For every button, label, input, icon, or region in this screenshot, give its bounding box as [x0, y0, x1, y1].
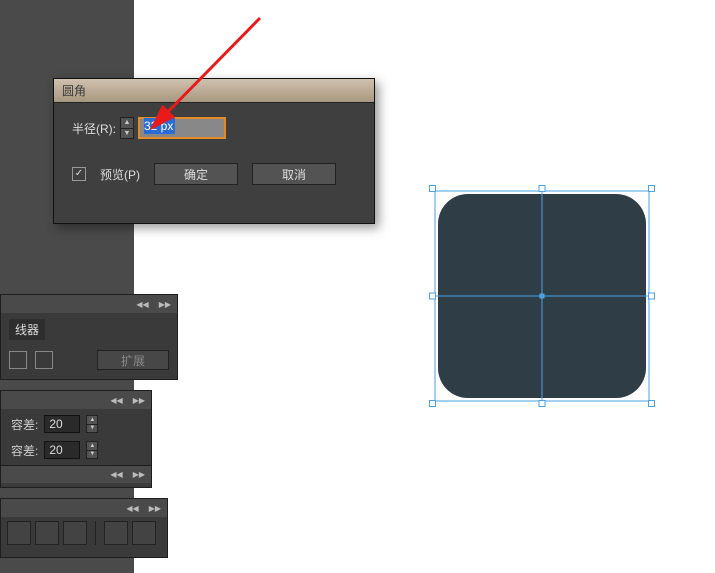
panel-collapse-right-icon[interactable]: ▶▶	[149, 504, 161, 513]
selection-handle-bottom-right[interactable]	[648, 400, 655, 407]
panel-collapse-left-icon[interactable]: ◀◀	[110, 396, 122, 405]
panel-collapse-left-icon[interactable]: ◀◀	[126, 504, 138, 513]
tolerance-input[interactable]: 20	[44, 441, 80, 459]
stepper-up-icon[interactable]: ▲	[121, 118, 133, 129]
cancel-button[interactable]: 取消	[252, 163, 336, 185]
tolerance-input[interactable]: 20	[44, 415, 80, 433]
align-tool-icon[interactable]	[63, 521, 87, 545]
radius-stepper[interactable]: ▲ ▼	[120, 117, 134, 139]
tolerance-label: 容差:	[11, 416, 38, 433]
preview-label: 预览(P)	[100, 166, 140, 183]
pathfinder-unite-icon[interactable]	[9, 351, 27, 369]
dialog-title[interactable]: 圆角	[54, 79, 374, 103]
tolerance-stepper[interactable]: ▲▼	[86, 441, 98, 459]
panel-collapse-right-icon[interactable]: ▶▶	[133, 396, 145, 405]
align-tool-icon[interactable]	[132, 521, 156, 545]
radius-input-value: 32 px	[144, 118, 175, 134]
selection-center-point	[540, 294, 545, 299]
selection-handle-top-left[interactable]	[429, 185, 436, 192]
panel-collapse-right-icon[interactable]: ▶▶	[133, 470, 145, 479]
selection-handle-bottom-left[interactable]	[429, 400, 436, 407]
align-panel: ◀◀ ▶▶	[0, 498, 168, 558]
ok-button[interactable]: 确定	[154, 163, 238, 185]
pathfinder-panel: ◀◀ ▶▶ 线器 扩展	[0, 294, 178, 380]
selection-handle-mid-right[interactable]	[648, 293, 655, 300]
panel-collapse-right-icon[interactable]: ▶▶	[159, 300, 171, 309]
selection-handle-mid-left[interactable]	[429, 293, 436, 300]
pathfinder-tab-label[interactable]: 线器	[9, 319, 45, 340]
selection-handle-bottom-mid[interactable]	[539, 400, 546, 407]
radius-label: 半径(R):	[72, 120, 116, 137]
round-corners-dialog: 圆角 半径(R): ▲ ▼ 32 px ✓ 预览(P) 确定 取消	[53, 78, 375, 224]
align-tool-icon[interactable]	[7, 521, 31, 545]
selection-handle-top-mid[interactable]	[539, 185, 546, 192]
expand-button[interactable]: 扩展	[97, 350, 169, 370]
stepper-down-icon[interactable]: ▼	[121, 129, 133, 139]
align-tool-icon[interactable]	[35, 521, 59, 545]
divider	[95, 521, 96, 545]
radius-input[interactable]: 32 px	[138, 117, 226, 139]
align-tool-icon[interactable]	[104, 521, 128, 545]
tolerance-row: 容差: 20 ▲▼	[11, 415, 141, 433]
panel-collapse-left-icon[interactable]: ◀◀	[136, 300, 148, 309]
selection-bounding-box	[432, 188, 652, 404]
tolerance-label: 容差:	[11, 442, 38, 459]
tolerance-row: 容差: 20 ▲▼	[11, 441, 141, 459]
panel-collapse-left-icon[interactable]: ◀◀	[110, 470, 122, 479]
tolerance-stepper[interactable]: ▲▼	[86, 415, 98, 433]
tolerance-panel: ◀◀ ▶▶ 容差: 20 ▲▼ 容差: 20 ▲▼ ◀◀ ▶▶	[0, 390, 152, 488]
selection-handle-top-right[interactable]	[648, 185, 655, 192]
pathfinder-minus-front-icon[interactable]	[35, 351, 53, 369]
preview-checkbox[interactable]: ✓	[72, 167, 86, 181]
